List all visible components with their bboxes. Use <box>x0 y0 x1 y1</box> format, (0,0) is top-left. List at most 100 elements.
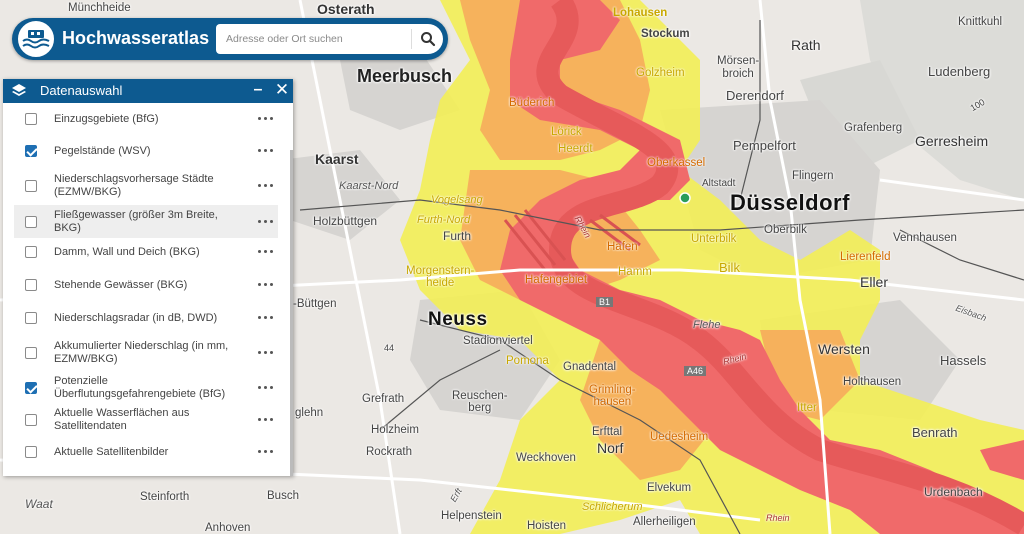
more-options-icon[interactable] <box>256 247 274 257</box>
layer-label: Akkumulierter Niederschlag (in mm, EZMW/… <box>54 340 229 365</box>
close-button[interactable]: ✕ <box>273 80 291 100</box>
place-label: Anhoven <box>205 522 251 534</box>
more-dot <box>264 220 267 223</box>
layer-row[interactable]: Aktuelle Wasserflächen aus Satellitendat… <box>14 405 278 435</box>
more-dot <box>258 316 261 319</box>
road-shield-a46: A46 <box>684 366 707 376</box>
place-label: Urdenbach <box>924 485 983 499</box>
layer-checkbox[interactable] <box>25 180 37 192</box>
place-label: Grimling- hausen <box>589 384 636 408</box>
place-label: Büderich <box>509 97 555 109</box>
more-dot <box>264 250 267 253</box>
place-label: Waat <box>25 497 53 511</box>
more-options-icon[interactable] <box>256 280 274 290</box>
layer-row[interactable]: Niederschlagsvorhersage Städte (EZMW/BKG… <box>14 170 278 202</box>
place-label: Golzheim <box>636 67 685 79</box>
panel-scrollbar[interactable] <box>290 150 293 476</box>
more-dot <box>264 450 267 453</box>
place-label: Oberbilk <box>764 224 807 236</box>
place-label: Vogelsang <box>431 194 483 206</box>
place-label: Heerdt <box>558 143 593 155</box>
layer-label: Niederschlagsradar (in dB, DWD) <box>54 312 218 324</box>
gauge-marker-dot[interactable] <box>679 192 691 204</box>
more-dot <box>258 386 261 389</box>
search-input[interactable] <box>216 24 406 54</box>
place-label: Gerresheim <box>915 133 989 149</box>
layer-row[interactable]: Damm, Wall und Deich (BKG) <box>14 238 278 266</box>
place-label: Flingern <box>792 170 834 182</box>
more-dot <box>270 283 273 286</box>
more-dot <box>270 351 273 354</box>
more-dot <box>270 220 273 223</box>
layer-checkbox[interactable] <box>25 414 37 426</box>
place-label: Holzbüttgen <box>313 214 378 228</box>
place-label: Mörsen- broich <box>717 55 760 80</box>
layers-icon <box>12 84 26 96</box>
more-options-icon[interactable] <box>256 415 274 425</box>
more-dot <box>258 250 261 253</box>
place-label: Pomona <box>506 355 549 367</box>
app-title: Hochwasseratlas <box>62 28 210 48</box>
elevation-label: 44 <box>384 343 395 353</box>
more-dot <box>258 184 261 187</box>
layer-checkbox[interactable] <box>25 145 37 157</box>
more-dot <box>264 283 267 286</box>
more-dot <box>270 316 273 319</box>
app-logo[interactable] <box>16 19 56 59</box>
place-label: Hafen <box>607 241 638 253</box>
place-label: Gnadental <box>563 361 617 373</box>
layer-row[interactable]: Niederschlagsradar (in dB, DWD) <box>14 304 278 332</box>
place-label: Steinforth <box>140 491 190 503</box>
more-options-icon[interactable] <box>256 217 274 227</box>
place-label: Stockum <box>641 28 690 40</box>
place-label: Derendorf <box>726 88 784 103</box>
layer-row[interactable]: Fließgewasser (größer 3m Breite, BKG) <box>14 205 278 238</box>
layer-row[interactable]: Stehende Gewässer (BKG) <box>14 271 278 299</box>
more-options-icon[interactable] <box>256 181 274 191</box>
layer-row[interactable]: Aktuelle Satellitenbilder <box>14 438 278 466</box>
place-label: Münchheide <box>68 2 131 14</box>
minimize-button[interactable]: – <box>250 80 266 100</box>
more-options-icon[interactable] <box>256 146 274 156</box>
place-label: Uedesheim <box>650 431 709 443</box>
layer-checkbox[interactable] <box>25 246 37 258</box>
place-label: Hoisten <box>527 520 566 532</box>
more-options-icon[interactable] <box>256 383 274 393</box>
place-label: Schlicherum <box>582 501 643 513</box>
layer-checkbox[interactable] <box>25 446 37 458</box>
layer-checkbox[interactable] <box>25 312 37 324</box>
more-dot <box>264 117 267 120</box>
place-label: Kaarst-Nord <box>339 180 399 192</box>
more-dot <box>270 386 273 389</box>
layer-row[interactable]: Pegelstände (WSV) <box>14 137 278 165</box>
more-dot <box>258 220 261 223</box>
more-dot <box>264 149 267 152</box>
layer-checkbox[interactable] <box>25 216 37 228</box>
layer-checkbox[interactable] <box>25 113 37 125</box>
place-label: Furth-Nord <box>417 214 471 226</box>
more-dot <box>270 184 273 187</box>
place-label: Lohausen <box>613 7 668 19</box>
more-dot <box>270 450 273 453</box>
layer-checkbox[interactable] <box>25 279 37 291</box>
place-label: Morgenstern- heide <box>406 265 475 289</box>
more-dot <box>264 184 267 187</box>
layer-checkbox[interactable] <box>25 347 37 359</box>
more-options-icon[interactable] <box>256 114 274 124</box>
layer-label: Potenzielle Überflutungsgefahrengebiete … <box>54 375 226 400</box>
more-options-icon[interactable] <box>256 313 274 323</box>
place-label: -Büttgen <box>293 298 337 310</box>
more-options-icon[interactable] <box>256 348 274 358</box>
search-button[interactable] <box>416 27 440 51</box>
search-icon <box>421 32 436 47</box>
more-options-icon[interactable] <box>256 447 274 457</box>
layer-row[interactable]: Einzugsgebiete (BfG) <box>14 105 278 133</box>
place-label: Hassels <box>940 353 987 368</box>
city-label-neuss: Neuss <box>428 309 488 330</box>
layer-row[interactable]: Potenzielle Überflutungsgefahrengebiete … <box>14 371 278 404</box>
layer-label: Stehende Gewässer (BKG) <box>54 279 188 291</box>
layer-checkbox[interactable] <box>25 382 37 394</box>
panel-title: Datenauswahl <box>40 83 123 98</box>
layer-row[interactable]: Akkumulierter Niederschlag (in mm, EZMW/… <box>14 336 278 369</box>
more-dot <box>264 351 267 354</box>
